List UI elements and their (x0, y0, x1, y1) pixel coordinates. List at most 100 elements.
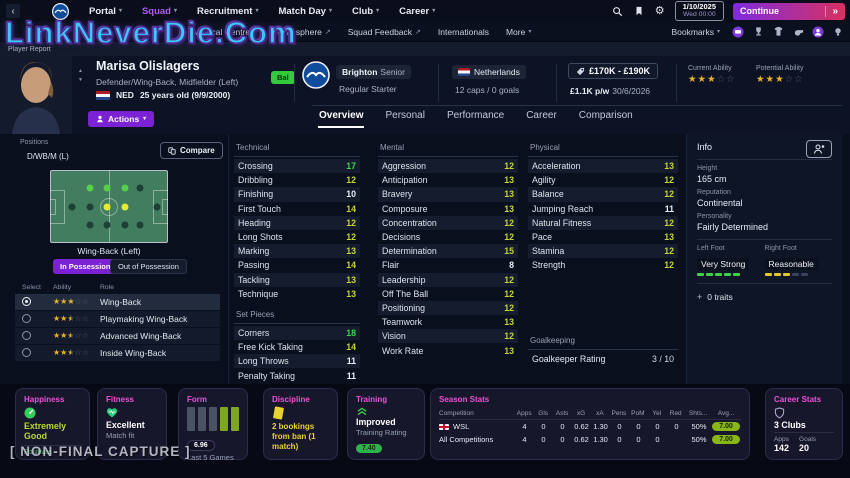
next-player-icon[interactable]: ▼ (78, 77, 83, 83)
attribute-row[interactable]: Jumping Reach 11 (528, 202, 678, 216)
role-row[interactable]: ★ ★ ★ ☆ ☆ Wing-Back (15, 294, 220, 310)
shirt-icon[interactable] (772, 26, 784, 38)
tab-career[interactable]: Career (525, 108, 558, 128)
attribute-row[interactable]: Vision 12 (378, 329, 518, 344)
role-row[interactable]: ★ ★ ★ ★ ☆ ☆ Advanced Wing-Back (15, 328, 220, 344)
stat-value: 1.30 (593, 435, 608, 444)
attribute-row[interactable]: Leadership 12 (378, 272, 518, 287)
attribute-row[interactable]: Corners 18 (234, 325, 360, 341)
trophy-icon[interactable] (752, 26, 764, 38)
gear-icon[interactable]: ⚙ (654, 5, 666, 17)
tab-personal[interactable]: Personal (384, 108, 425, 128)
attribute-row[interactable]: Stamina 12 (528, 244, 678, 259)
report-settings-button[interactable] (806, 140, 832, 158)
stats-col-header[interactable]: xA (591, 410, 610, 417)
stats-col-header[interactable]: Apps (515, 410, 534, 417)
stats-col-header[interactable]: PoM (628, 410, 647, 417)
attribute-row[interactable]: Pace 13 (528, 230, 678, 244)
attribute-row[interactable]: Positioning 12 (378, 300, 518, 316)
attribute-row[interactable]: Finishing 10 (234, 187, 360, 202)
attribute-row[interactable]: Strength 12 (528, 258, 678, 272)
attribute-row[interactable]: Aggression 12 (378, 159, 518, 174)
actions-button[interactable]: Actions ▾ (88, 111, 155, 127)
in-possession-button[interactable]: In Possession (53, 259, 118, 274)
continue-button[interactable]: Continue » (733, 2, 845, 20)
attribute-row[interactable]: Long Shots 12 (234, 230, 360, 244)
position-pitch[interactable] (50, 170, 168, 243)
bookmarks-menu[interactable]: Bookmarks ▾ (671, 27, 720, 37)
subnav-internationals[interactable]: Internationals (438, 27, 489, 37)
goalkeeper-rating-row[interactable]: Goalkeeper Rating 3 / 10 (528, 352, 678, 366)
tab-performance[interactable]: Performance (446, 108, 505, 128)
attribute-row[interactable]: Penalty Taking 11 (234, 368, 360, 382)
attribute-row[interactable]: Heading 12 (234, 215, 360, 230)
whistle-icon[interactable] (792, 26, 804, 38)
club-squad-chip[interactable]: Brighton Senior (336, 65, 411, 79)
attribute-row[interactable]: Technique 13 (234, 287, 360, 301)
profile-icon[interactable] (812, 26, 824, 38)
stats-col-header[interactable]: Asts (553, 410, 572, 417)
stats-col-header[interactable]: Shts... (685, 410, 711, 417)
career-stats-card[interactable]: Career Stats 3 Clubs Apps 142 Goals 20 (765, 388, 843, 460)
season-stats-card[interactable]: Season Stats Competition Apps Gls Asts xG xA P… (430, 388, 750, 460)
out-of-possession-button[interactable]: Out of Possession (110, 259, 187, 274)
compare-button[interactable]: Compare (160, 142, 223, 159)
season-stats-row[interactable]: All Competitions 4 0 0 0.62 1.30 0 0 0 50% 7.00 (439, 433, 741, 446)
attribute-row[interactable]: Concentration 12 (378, 215, 518, 230)
search-icon[interactable] (612, 5, 624, 17)
attribute-row[interactable]: First Touch 14 (234, 202, 360, 216)
attribute-row[interactable]: Determination 15 (378, 244, 518, 259)
stats-col-header[interactable]: Gls (534, 410, 553, 417)
attribute-row[interactable]: Free Kick Taking 14 (234, 340, 360, 354)
attribute-row[interactable]: Decisions 12 (378, 230, 518, 244)
menu-club[interactable]: Club ▾ (342, 0, 389, 22)
training-card[interactable]: Training Improved Training Rating 7.40 (347, 388, 425, 460)
role-row[interactable]: ★ ★ ★ ★ ☆ ☆ Playmaking Wing-Back (15, 311, 220, 327)
attribute-row[interactable]: Teamwork 13 (378, 315, 518, 329)
attribute-row[interactable]: Acceleration 13 (528, 159, 678, 174)
stats-col-header[interactable]: Avg... (711, 410, 741, 417)
role-radio[interactable] (22, 348, 31, 357)
attribute-row[interactable]: Balance 12 (528, 187, 678, 202)
attribute-row[interactable]: Natural Fitness 12 (528, 215, 678, 230)
subnav-squad-feedback[interactable]: Squad Feedback ↗ (348, 27, 421, 37)
traits-link[interactable]: + 0 traits (697, 283, 832, 302)
attribute-row[interactable]: Passing 14 (234, 258, 360, 272)
tab-overview[interactable]: Overview (318, 108, 365, 128)
attribute-row[interactable]: Composure 13 (378, 202, 518, 216)
attribute-row[interactable]: Anticipation 13 (378, 173, 518, 187)
stats-col-competition[interactable]: Competition (439, 410, 515, 417)
subnav-more[interactable]: More ▾ (506, 27, 531, 37)
messages-icon[interactable] (732, 26, 744, 38)
role-radio[interactable] (22, 331, 31, 340)
role-radio[interactable] (22, 314, 31, 323)
role-select-cell (22, 327, 53, 345)
tab-comparison[interactable]: Comparison (578, 108, 634, 128)
stats-col-header[interactable]: Red (666, 410, 685, 417)
attribute-row[interactable]: Flair 8 (378, 258, 518, 272)
transfer-value-chip[interactable]: £170K - £190K (568, 63, 659, 79)
season-stats-row[interactable]: WSL 4 0 0 0.62 1.30 0 0 0 0 50% 7.00 (439, 420, 741, 433)
mental-section: Mental Aggression 12 Anticipation 13 Bravery… (378, 140, 518, 358)
attribute-row[interactable]: Tackling 13 (234, 272, 360, 287)
stats-col-header[interactable]: xG (572, 410, 591, 417)
role-row[interactable]: ★ ★ ★ ★ ☆ ☆ Inside Wing-Back (15, 345, 220, 361)
attribute-row[interactable]: Agility 12 (528, 173, 678, 187)
stats-col-header[interactable]: Yel (647, 410, 666, 417)
menu-career[interactable]: Career ▾ (389, 0, 445, 22)
stats-col-header[interactable]: Pens (609, 410, 628, 417)
attribute-row[interactable]: Crossing 17 (234, 159, 360, 174)
discipline-card[interactable]: Discipline 2 bookings from ban (1 match) (263, 388, 338, 460)
attribute-row[interactable]: Long Throws 11 (234, 354, 360, 369)
attribute-row[interactable]: Off The Ball 12 (378, 287, 518, 301)
flag-icon[interactable] (633, 5, 645, 17)
attribute-row[interactable]: Marking 13 (234, 244, 360, 259)
attribute-row[interactable]: Dribbling 12 (234, 173, 360, 187)
lightbulb-icon[interactable] (832, 26, 844, 38)
attribute-row[interactable]: Work Rate 13 (378, 343, 518, 357)
nation-chip[interactable]: Netherlands (452, 65, 526, 79)
stat-value: 1.30 (593, 422, 608, 431)
attribute-row[interactable]: Bravery 13 (378, 187, 518, 202)
role-radio[interactable] (22, 297, 31, 306)
prev-player-icon[interactable]: ▲ (78, 68, 83, 74)
